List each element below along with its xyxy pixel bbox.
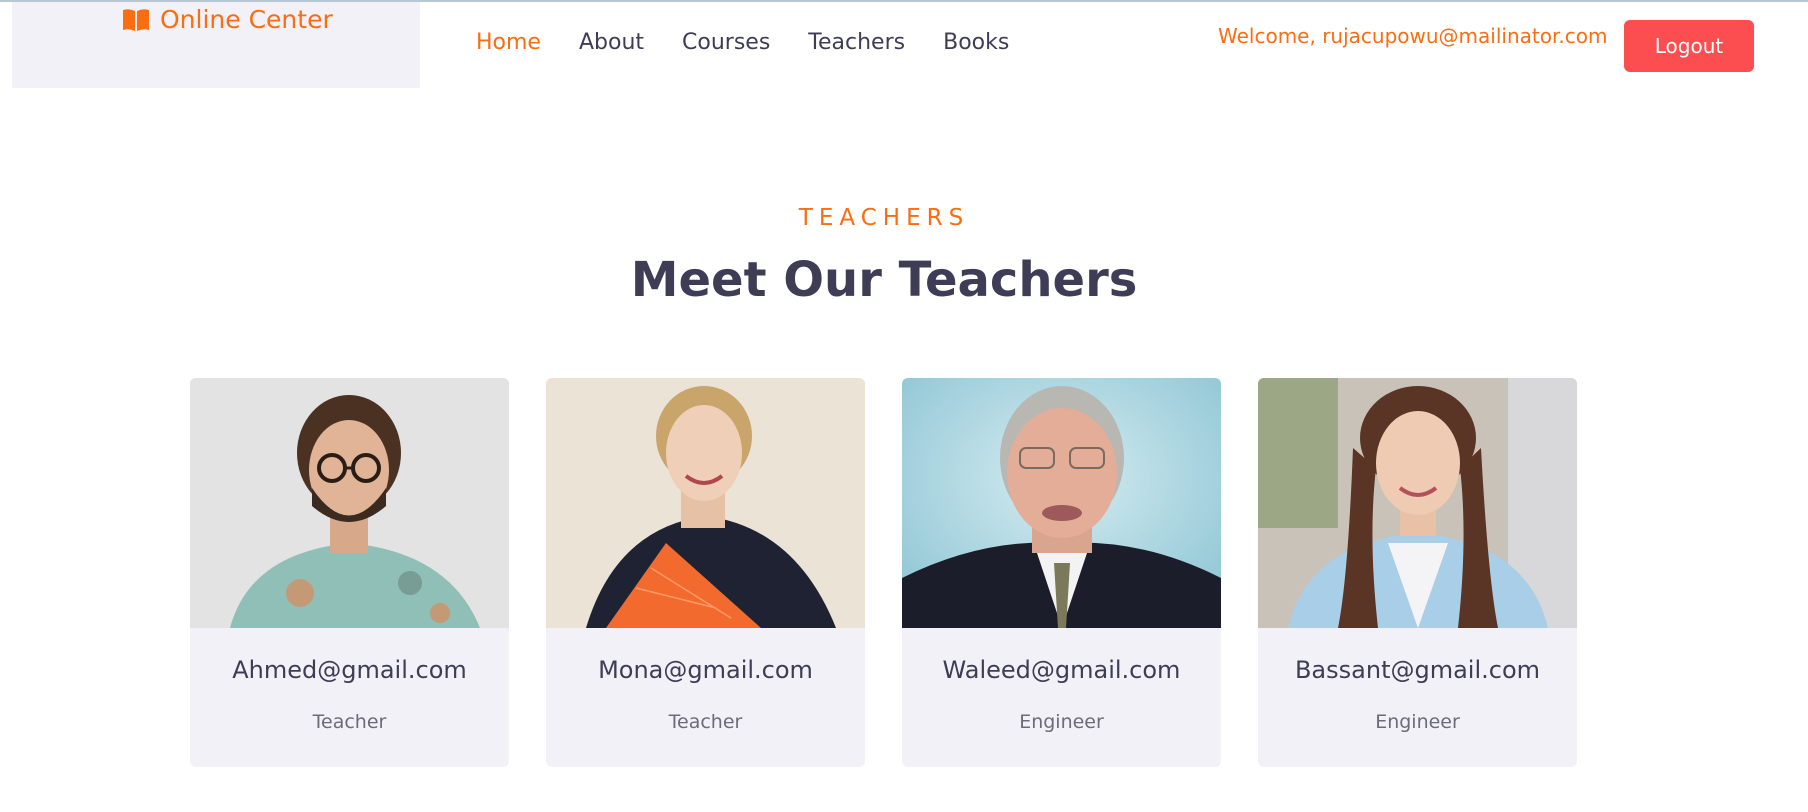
teacher-name: Bassant@gmail.com: [1294, 656, 1541, 684]
teacher-name: Waleed@gmail.com: [942, 656, 1181, 684]
teacher-card[interactable]: Waleed@gmail.com Engineer: [902, 378, 1221, 767]
brand-logo-link[interactable]: Online Center: [122, 5, 333, 34]
logout-button[interactable]: Logout: [1624, 20, 1754, 72]
teacher-photo: [1258, 378, 1577, 628]
welcome-text: Welcome, rujacupowu@mailinator.com: [1218, 24, 1608, 48]
brand-container: Online Center: [12, 2, 420, 88]
brand-name: Online Center: [160, 5, 333, 34]
nav-books[interactable]: Books: [943, 30, 1009, 55]
teacher-name: Mona@gmail.com: [598, 656, 813, 684]
nav-teachers[interactable]: Teachers: [808, 30, 905, 55]
nav-home[interactable]: Home: [476, 30, 541, 55]
teacher-role: Teacher: [312, 711, 387, 733]
teacher-card[interactable]: Mona@gmail.com Teacher: [546, 378, 865, 767]
teacher-card[interactable]: Ahmed@gmail.com Teacher: [190, 378, 509, 767]
book-icon: [122, 8, 150, 32]
nav-about[interactable]: About: [579, 30, 644, 55]
teacher-cards: Ahmed@gmail.com Teacher Mona@gmail.com T…: [190, 378, 1577, 767]
section-kicker: TEACHERS: [798, 205, 970, 231]
section-title: Meet Our Teachers: [630, 252, 1138, 308]
teacher-photo: [902, 378, 1221, 628]
teacher-role: Engineer: [1375, 711, 1460, 733]
main-nav: Home About Courses Teachers Books: [476, 30, 1009, 55]
teacher-card[interactable]: Bassant@gmail.com Engineer: [1258, 378, 1577, 767]
teacher-role: Teacher: [668, 711, 743, 733]
teacher-role: Engineer: [1019, 711, 1104, 733]
teacher-photo: [546, 378, 865, 628]
teacher-photo: [190, 378, 509, 628]
nav-courses[interactable]: Courses: [682, 30, 770, 55]
teacher-name: Ahmed@gmail.com: [232, 656, 467, 684]
